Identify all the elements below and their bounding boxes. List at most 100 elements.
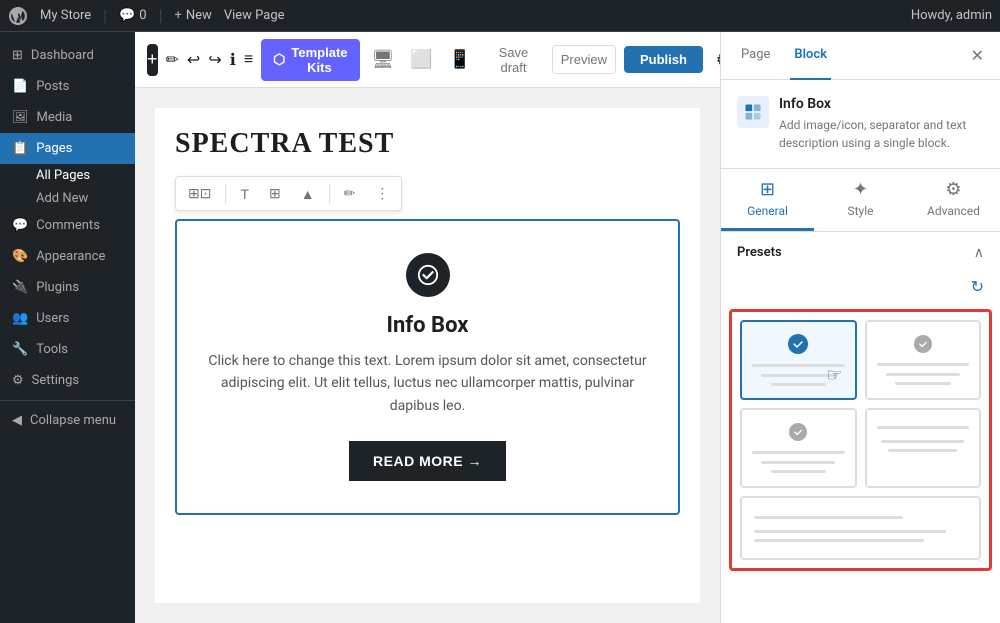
- presets-header[interactable]: Presets ∧: [721, 232, 1000, 273]
- sidebar-item-dashboard[interactable]: ⊞ Dashboard: [0, 40, 135, 71]
- preset-line-4b: [881, 440, 964, 443]
- sidebar-item-tools[interactable]: 🔧 Tools: [0, 334, 135, 365]
- appearance-icon: 🎨: [12, 249, 28, 264]
- dashboard-icon: ⊞: [12, 48, 23, 63]
- redo-button[interactable]: ↪: [208, 44, 221, 76]
- preset-refresh-button[interactable]: ↻: [971, 277, 984, 297]
- cursor-icon: ☞: [826, 365, 842, 386]
- preset-check-icon-1: [788, 334, 808, 354]
- tablet-view-button[interactable]: ⬜: [406, 45, 436, 74]
- pages-icon: 📋: [12, 141, 28, 156]
- mobile-view-button[interactable]: 📱: [445, 45, 475, 74]
- advanced-tab-icon: ⚙: [945, 179, 961, 200]
- style-tab-icon: ✦: [853, 179, 868, 200]
- info-button[interactable]: ℹ: [230, 44, 236, 76]
- preset-line-5c: [754, 539, 924, 542]
- block-move-up-button[interactable]: ▲: [293, 182, 323, 206]
- add-block-button[interactable]: +: [147, 44, 158, 76]
- sidebar-item-plugins[interactable]: 🔌 Plugins: [0, 272, 135, 303]
- preset-card-2[interactable]: [865, 320, 982, 400]
- sidebar-item-media[interactable]: 🖼 Media: [0, 102, 135, 133]
- page-canvas: SPECTRA TEST ⊞⊡ T ⊞ ▲ ✏ ⋮: [155, 108, 700, 603]
- block-text-button[interactable]: T: [232, 182, 257, 206]
- preset-line-3c: [771, 470, 827, 473]
- tab-block[interactable]: Block: [790, 32, 831, 80]
- preset-line-3b: [761, 461, 835, 464]
- preview-button[interactable]: Preview: [552, 45, 616, 74]
- sep1: |: [103, 6, 107, 25]
- admin-view-page[interactable]: View Page: [224, 8, 285, 23]
- block-tabs: ⊞ General ✦ Style ⚙ Advanced: [721, 169, 1000, 232]
- sidebar-item-comments[interactable]: 💬 Comments: [0, 210, 135, 241]
- admin-site-name[interactable]: My Store: [40, 8, 91, 23]
- tab-style[interactable]: ✦ Style: [814, 169, 907, 231]
- collapse-icon: ◀: [12, 413, 22, 428]
- sep2: |: [159, 6, 163, 25]
- publish-button[interactable]: Publish: [624, 46, 703, 73]
- posts-icon: 📄: [12, 79, 28, 94]
- panel-close-button[interactable]: ✕: [971, 46, 984, 66]
- preset-line-2a: [877, 363, 970, 366]
- sidebar-item-users[interactable]: 👥 Users: [0, 303, 135, 334]
- preset-card-5[interactable]: [740, 496, 981, 560]
- preset-line-4a: [877, 426, 970, 429]
- preset-line-2c: [895, 382, 951, 385]
- sidebar-item-posts[interactable]: 📄 Posts: [0, 71, 135, 102]
- sidebar-item-settings[interactable]: ⚙ Settings: [0, 365, 135, 396]
- undo-button[interactable]: ↩: [187, 44, 200, 76]
- presets-grid-wrapper: ☞: [729, 309, 992, 571]
- preset-line-1c: [771, 383, 827, 386]
- preset-line-3a: [752, 451, 845, 454]
- preset-card-1[interactable]: ☞: [740, 320, 857, 400]
- page-title-area: SPECTRA TEST: [175, 128, 680, 160]
- edit-icon[interactable]: ✏: [166, 44, 179, 76]
- desktop-view-button[interactable]: 🖥: [368, 45, 399, 74]
- collapse-menu-button[interactable]: ◀ Collapse menu: [0, 405, 135, 436]
- list-view-button[interactable]: ≡: [244, 44, 253, 76]
- block-info-icon: [737, 96, 769, 128]
- block-info-section: Info Box Add image/icon, separator and t…: [721, 80, 1000, 169]
- block-edit-button[interactable]: ✏: [336, 181, 364, 206]
- tab-page[interactable]: Page: [737, 32, 774, 80]
- info-box-description[interactable]: Click here to change this text. Lorem ip…: [201, 350, 654, 417]
- sidebar-item-pages[interactable]: 📋 Pages: [0, 133, 135, 164]
- block-type-button[interactable]: ⊞⊡: [180, 181, 219, 206]
- sidebar-item-appearance[interactable]: 🎨 Appearance: [0, 241, 135, 272]
- preset-line-4c: [888, 449, 957, 452]
- block-more-button[interactable]: ⋮: [367, 181, 397, 206]
- wp-logo[interactable]: [8, 6, 28, 26]
- admin-howdy: Howdy, admin: [911, 8, 992, 23]
- tab-advanced[interactable]: ⚙ Advanced: [907, 169, 1000, 231]
- block-toolbar: ⊞⊡ T ⊞ ▲ ✏ ⋮: [175, 176, 402, 211]
- presets-collapse-button[interactable]: ∧: [974, 244, 984, 261]
- preset-line-1b: [761, 374, 835, 377]
- sidebar-sub-add-new[interactable]: Add New: [0, 187, 135, 210]
- info-box-icon: [406, 253, 450, 297]
- canvas-area: SPECTRA TEST ⊞⊡ T ⊞ ▲ ✏ ⋮: [135, 88, 720, 623]
- block-info-text: Info Box Add image/icon, separator and t…: [779, 96, 984, 152]
- block-grid-button[interactable]: ⊞: [261, 181, 289, 206]
- sidebar-sub-all-pages[interactable]: All Pages: [0, 164, 135, 187]
- page-title: SPECTRA TEST: [175, 128, 680, 160]
- admin-comments[interactable]: 💬 0: [119, 8, 147, 23]
- comment-icon: 💬: [119, 8, 135, 23]
- select-preset-row: Select Preset ↻: [721, 273, 1000, 309]
- presets-panel: Presets ∧ Select Preset ↻: [721, 232, 1000, 623]
- gear-button[interactable]: ⚙: [711, 44, 720, 76]
- admin-new[interactable]: + New: [174, 8, 211, 23]
- select-preset-label: Select Preset: [737, 278, 831, 297]
- toolbar-divider2: [329, 184, 330, 204]
- preset-card-4[interactable]: [865, 408, 982, 488]
- editor-toolbar: + ✏ ↩ ↪ ℹ ≡ ⬡ Template Kits 🖥 ⬜ 📱 Save d…: [135, 32, 720, 88]
- admin-bar: My Store | 💬 0 | + New View Page Howdy, …: [0, 0, 1000, 32]
- panel-header: Page Block ✕: [721, 32, 1000, 80]
- save-draft-button[interactable]: Save draft: [483, 39, 544, 81]
- preset-card-3[interactable]: [740, 408, 857, 488]
- sidebar-divider: [0, 400, 135, 401]
- general-tab-icon: ⊞: [760, 179, 775, 200]
- preset-line-2b: [886, 373, 960, 376]
- tab-general[interactable]: ⊞ General: [721, 169, 814, 231]
- plus-icon: +: [174, 8, 181, 23]
- info-box-read-more-button[interactable]: READ MORE →: [349, 441, 506, 481]
- template-kits-button[interactable]: ⬡ Template Kits: [261, 39, 359, 81]
